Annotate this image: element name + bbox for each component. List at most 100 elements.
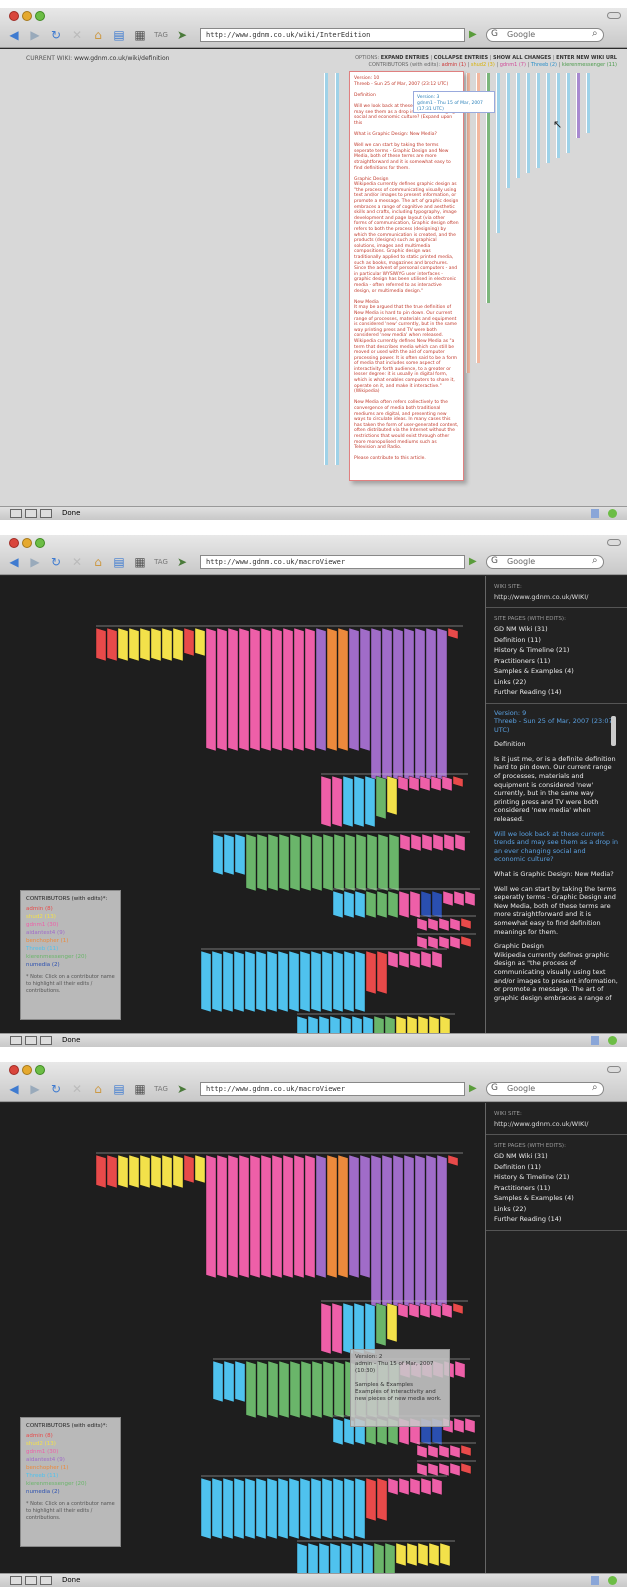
version-bar[interactable] [266, 950, 278, 1013]
legend-contributor[interactable]: kierenmessenger (20) [26, 953, 115, 961]
version-bar[interactable] [194, 627, 206, 657]
legend-contributor[interactable]: aidantest4 (9) [26, 929, 115, 937]
version-bar[interactable] [460, 935, 472, 948]
version-bar[interactable] [466, 73, 470, 373]
close-window-button[interactable] [9, 11, 19, 21]
minimize-window-button[interactable] [22, 11, 32, 21]
address-bar[interactable]: http://www.gdnm.co.uk/macroViewer [200, 1082, 465, 1096]
version-bar[interactable] [416, 1444, 428, 1459]
back-icon[interactable]: ◀ [6, 555, 22, 569]
zoom-window-button[interactable] [35, 11, 45, 21]
version-bar[interactable] [546, 73, 550, 163]
version-bar[interactable] [576, 73, 580, 138]
version-bar[interactable] [271, 1154, 283, 1279]
version-bar[interactable] [337, 1154, 349, 1279]
back-icon[interactable]: ◀ [6, 1082, 22, 1096]
version-bar[interactable] [392, 1154, 404, 1309]
version-bar[interactable] [464, 890, 476, 907]
site-page-item[interactable]: GD NM Wiki (31) [486, 624, 627, 635]
version-bar[interactable] [212, 1360, 224, 1403]
version-bar[interactable] [333, 833, 345, 892]
bookmarks-icon[interactable]: ▤ [111, 555, 127, 569]
version-bar[interactable] [460, 1444, 472, 1457]
version-bar[interactable] [267, 1360, 279, 1419]
version-bar[interactable] [409, 950, 421, 969]
legend-contributor[interactable]: admin (8) [26, 1432, 115, 1440]
version-bar[interactable] [536, 73, 540, 168]
version-bar[interactable] [128, 627, 140, 662]
stop-icon[interactable]: ✕ [69, 28, 85, 42]
version-bar[interactable] [414, 1154, 426, 1309]
version-bar[interactable] [234, 1360, 246, 1403]
version-bar[interactable] [260, 1154, 272, 1279]
version-bar[interactable] [300, 833, 312, 892]
site-page-item[interactable]: Links (22) [486, 1204, 627, 1215]
version-bar[interactable] [117, 1154, 129, 1189]
site-page-item[interactable]: Definition (11) [486, 635, 627, 646]
version-bar[interactable] [172, 1154, 184, 1189]
version-bar[interactable] [452, 775, 464, 788]
version-bar[interactable] [332, 950, 344, 1013]
version-bar[interactable] [343, 950, 355, 1013]
version-bar[interactable] [359, 627, 371, 752]
version-bar[interactable] [172, 627, 184, 662]
legend-contributor[interactable]: aidantest4 (9) [26, 1456, 115, 1464]
version-bar[interactable] [425, 1154, 437, 1309]
version-bar[interactable] [117, 627, 129, 662]
version-bar[interactable] [438, 935, 450, 950]
reload-icon[interactable]: ↻ [48, 28, 64, 42]
version-bar[interactable] [370, 1154, 382, 1309]
version-bar[interactable] [282, 627, 294, 752]
version-bar[interactable] [373, 1542, 385, 1577]
version-bar[interactable] [409, 890, 421, 919]
version-bar[interactable] [447, 627, 459, 640]
version-bar[interactable] [353, 1302, 365, 1355]
version-bar[interactable] [566, 73, 570, 153]
stop-icon[interactable]: ✕ [69, 555, 85, 569]
version-bar[interactable] [205, 1154, 217, 1279]
search-icon[interactable]: ⌕ [592, 1082, 598, 1093]
version-bar[interactable] [289, 833, 301, 892]
version-bar[interactable] [403, 627, 415, 782]
version-bar[interactable] [106, 1154, 118, 1189]
version-bar[interactable] [438, 917, 450, 932]
site-page-item[interactable]: History & Timeline (21) [486, 1172, 627, 1183]
wiki-site-url[interactable]: http://www.gdnm.co.uk/WIKI/ [486, 592, 627, 602]
version-bar[interactable] [255, 950, 267, 1013]
version-bar[interactable] [326, 1154, 338, 1279]
version-bar[interactable] [200, 1477, 212, 1540]
contributor-link[interactable]: Threeb (2) [531, 62, 557, 68]
version-bar[interactable] [342, 1302, 354, 1355]
version-bar[interactable] [526, 73, 530, 173]
legend-contributor[interactable]: benchopher (1) [26, 937, 115, 945]
address-bar[interactable]: http://www.gdnm.co.uk/wiki/InterEdition [200, 28, 465, 42]
version-bar[interactable] [460, 1462, 472, 1475]
close-window-button[interactable] [9, 1065, 19, 1075]
version-bar[interactable] [322, 1360, 334, 1419]
version-bar[interactable] [310, 950, 322, 1013]
site-page-item[interactable]: Practitioners (11) [486, 656, 627, 667]
legend-contributor[interactable]: shud2 (13) [26, 913, 115, 921]
version-bar[interactable] [321, 950, 333, 1013]
version-bar[interactable] [377, 833, 389, 892]
version-bar[interactable] [365, 1477, 377, 1522]
legend-contributor[interactable]: admin (8) [26, 905, 115, 913]
version-bar[interactable] [337, 627, 349, 752]
version-bar[interactable] [436, 1154, 448, 1309]
bookmarks-icon[interactable]: ▤ [111, 28, 127, 42]
version-bar[interactable] [320, 1302, 332, 1355]
version-bar[interactable] [211, 1477, 223, 1540]
version-bar[interactable] [376, 1477, 388, 1522]
close-window-button[interactable] [9, 538, 19, 548]
search-input[interactable]: Google [486, 555, 604, 569]
version-bar[interactable] [398, 890, 410, 919]
version-bar[interactable] [282, 1154, 294, 1279]
version-bar[interactable] [223, 833, 235, 876]
version-bar[interactable] [364, 1302, 376, 1355]
version-bar[interactable] [449, 1462, 461, 1477]
version-bar[interactable] [183, 1154, 195, 1184]
version-bar[interactable] [359, 1154, 371, 1279]
version-bar[interactable] [289, 1360, 301, 1419]
version-bar[interactable] [353, 775, 365, 828]
reload-icon[interactable]: ↻ [48, 1082, 64, 1096]
